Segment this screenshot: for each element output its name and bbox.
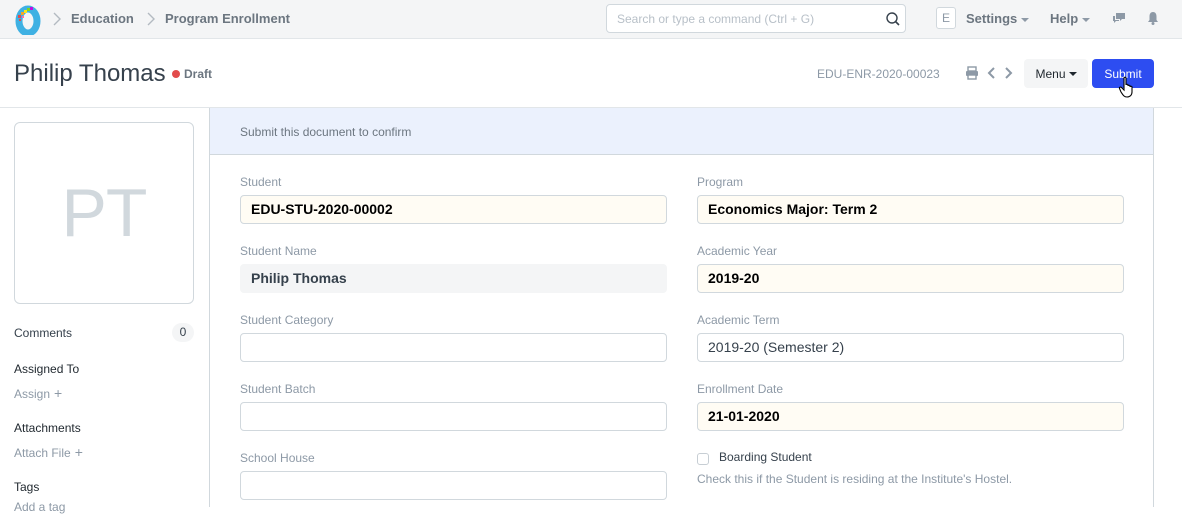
student-field[interactable]: EDU-STU-2020-00002 bbox=[240, 195, 667, 224]
plus-icon: + bbox=[54, 385, 63, 401]
student-name-label: Student Name bbox=[240, 244, 317, 258]
student-name-field: Philip Thomas bbox=[240, 264, 667, 293]
add-tag-link[interactable]: Add a tag bbox=[14, 500, 65, 514]
enrollment-date-field[interactable]: 21-01-2020 bbox=[697, 402, 1124, 431]
breadcrumb-program-enrollment[interactable]: Program Enrollment bbox=[165, 11, 290, 26]
program-field[interactable]: Economics Major: Term 2 bbox=[697, 195, 1124, 224]
school-house-field[interactable] bbox=[240, 471, 667, 500]
previous-document-icon[interactable] bbox=[985, 66, 999, 80]
boarding-student-label[interactable]: Boarding Student bbox=[719, 450, 812, 464]
assigned-to-heading: Assigned To bbox=[14, 362, 80, 376]
chevron-right-icon bbox=[147, 12, 155, 26]
program-label: Program bbox=[697, 175, 744, 189]
settings-label: Settings bbox=[966, 11, 1018, 26]
search-input[interactable] bbox=[607, 5, 905, 32]
breadcrumb-education[interactable]: Education bbox=[71, 11, 134, 26]
print-icon[interactable] bbox=[965, 66, 979, 80]
assign-label: Assign bbox=[14, 387, 51, 401]
submit-button[interactable]: Submit bbox=[1092, 59, 1154, 88]
academic-year-field[interactable]: 2019-20 bbox=[697, 264, 1124, 293]
document-id: EDU-ENR-2020-00023 bbox=[817, 67, 940, 81]
student-category-field[interactable] bbox=[240, 333, 667, 362]
search-bar bbox=[606, 4, 906, 33]
boarding-student-help: Check this if the Student is residing at… bbox=[697, 472, 1013, 486]
avatar-initials: PT bbox=[61, 175, 148, 251]
academic-year-label: Academic Year bbox=[697, 244, 778, 258]
tags-heading: Tags bbox=[14, 480, 40, 494]
status-dot-icon bbox=[172, 70, 180, 78]
form-message-bar: Submit this document to confirm bbox=[210, 108, 1153, 155]
page-head: Philip Thomas Draft EDU-ENR-2020-00023 M… bbox=[0, 40, 1182, 108]
menu-button[interactable]: Menu bbox=[1024, 59, 1088, 88]
comments-count-badge: 0 bbox=[172, 323, 194, 342]
search-icon[interactable] bbox=[885, 11, 901, 27]
academic-term-field[interactable]: 2019-20 (Semester 2) bbox=[697, 333, 1124, 362]
attach-file-label: Attach File bbox=[14, 446, 71, 460]
form-message: Submit this document to confirm bbox=[240, 125, 412, 139]
navbar: Education Program Enrollment E Settings … bbox=[0, 0, 1182, 39]
help-dropdown[interactable]: Help bbox=[1050, 11, 1091, 26]
next-document-icon[interactable] bbox=[1001, 66, 1015, 80]
attach-file-link[interactable]: Attach File + bbox=[14, 444, 83, 460]
student-label: Student bbox=[240, 175, 282, 189]
caret-down-icon bbox=[1082, 17, 1091, 22]
status-badge: Draft bbox=[184, 67, 213, 81]
profile-image-placeholder[interactable]: PT bbox=[14, 122, 194, 304]
student-category-label: Student Category bbox=[240, 313, 334, 327]
enrollment-date-label: Enrollment Date bbox=[697, 382, 784, 396]
chevron-right-icon bbox=[53, 12, 61, 26]
school-house-label: School House bbox=[240, 451, 315, 465]
app-logo-icon[interactable] bbox=[14, 3, 42, 35]
student-batch-field[interactable] bbox=[240, 402, 667, 431]
status-indicator: Draft bbox=[172, 67, 212, 81]
comments-label: Comments bbox=[14, 326, 73, 340]
plus-icon: + bbox=[74, 444, 83, 460]
help-label: Help bbox=[1050, 11, 1079, 26]
caret-down-icon bbox=[1068, 72, 1077, 77]
user-avatar[interactable]: E bbox=[936, 7, 956, 29]
caret-down-icon bbox=[1021, 17, 1030, 22]
settings-dropdown[interactable]: Settings bbox=[966, 11, 1030, 26]
boarding-student-checkbox[interactable] bbox=[697, 453, 709, 465]
student-batch-label: Student Batch bbox=[240, 382, 316, 396]
bell-icon[interactable] bbox=[1145, 10, 1161, 26]
form-layout: Submit this document to confirm Student … bbox=[209, 108, 1154, 507]
academic-term-label: Academic Term bbox=[697, 313, 780, 327]
menu-label: Menu bbox=[1035, 66, 1066, 81]
page-title: Philip Thomas bbox=[14, 60, 166, 87]
attachments-heading: Attachments bbox=[14, 421, 81, 435]
assign-link[interactable]: Assign + bbox=[14, 385, 62, 401]
chat-icon[interactable] bbox=[1111, 10, 1127, 26]
